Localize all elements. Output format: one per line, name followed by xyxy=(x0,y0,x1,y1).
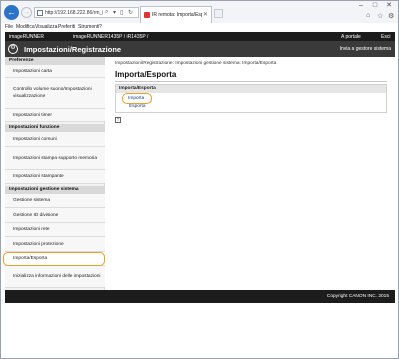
page-title: Importa/Esporta xyxy=(115,70,177,79)
selected-item-highlight xyxy=(3,252,105,266)
menu-strumenti[interactable]: Strumenti xyxy=(78,24,99,30)
menu-modifica[interactable]: Modifica xyxy=(16,24,35,30)
sidebar-section-system-management: Impostazioni gestione sistema xyxy=(5,186,105,194)
breadcrumb: Impostazioni/Registrazione: Impostazioni… xyxy=(115,61,277,66)
close-tab-icon[interactable]: ✕ xyxy=(203,11,208,18)
sidebar-section-preferences: Preferenze xyxy=(5,57,105,65)
menu-visualizza[interactable]: Visualizza xyxy=(35,24,57,30)
tab-title: IR remota: Importa/Esporta... xyxy=(152,12,202,18)
brand-label: imageRUNNER xyxy=(9,34,45,40)
maximize-button[interactable]: □ xyxy=(368,1,382,11)
page-icon xyxy=(37,10,43,16)
sidebar-item-security[interactable]: Impostazioni protezione xyxy=(5,237,105,252)
browser-window: ← → http://192.168.222.86/rm_impor... ⌕ … xyxy=(0,0,399,359)
portal-link[interactable]: A portale xyxy=(341,34,361,40)
sidebar-section-function: Impostazioni funzione xyxy=(5,124,105,132)
lock-icon: ▯ xyxy=(120,10,124,16)
settings-gear-icon: ⚙ xyxy=(8,44,18,54)
box-title: Importa/Esporta xyxy=(116,85,386,93)
minimize-button[interactable]: – xyxy=(354,1,368,11)
address-bar[interactable]: http://192.168.222.86/rm_impor... ⌕ ▾ ▯ … xyxy=(34,7,139,18)
import-link[interactable]: Importa xyxy=(128,96,144,101)
footer: Copyright CANON INC. 2015 xyxy=(5,290,395,303)
back-button[interactable]: ← xyxy=(4,5,19,20)
home-icon[interactable]: ⌂ xyxy=(366,12,370,19)
sidebar-item-volume-display[interactable]: Controllo volume suono/Impostazioni visu… xyxy=(5,78,105,109)
favorites-star-icon[interactable]: ☆ xyxy=(377,12,383,20)
main-content: Impostazioni/Registrazione: Impostazioni… xyxy=(106,57,395,290)
browser-tab[interactable]: IR remota: Importa/Esporta... ✕ xyxy=(140,6,212,23)
logout-link[interactable]: Esci xyxy=(381,34,390,40)
refresh-icon[interactable]: ↻ xyxy=(128,9,133,16)
page-top-icon[interactable]: ⇡ xyxy=(115,117,121,123)
export-link[interactable]: Esporta xyxy=(129,104,146,109)
copyright: Copyright CANON INC. 2015 xyxy=(326,294,389,299)
product-bar: imageRUNNER imageRUNNER1435P / iR1435P /… xyxy=(5,32,395,41)
sidebar-item-division-id[interactable]: Gestione ID divisione xyxy=(5,208,105,223)
import-export-box: Importa/Esporta Importa Esporta xyxy=(115,84,387,113)
close-window-button[interactable]: ✕ xyxy=(382,1,396,11)
model-label: imageRUNNER1435P / iR1435P / xyxy=(73,34,149,40)
sidebar-item-memory-print[interactable]: Impostazioni stampa supporto memoria xyxy=(5,147,105,170)
settings-header: ⚙ Impostazioni/Registrazione Invia a ges… xyxy=(5,41,395,57)
send-to-admin-link[interactable]: Invia a gestore sistema xyxy=(340,46,391,52)
browser-menubar: File Modifica Visualizza Preferiti Strum… xyxy=(1,23,398,31)
sidebar-item-timer[interactable]: Impostazioni timer xyxy=(5,109,105,122)
search-icon[interactable]: ⌕ xyxy=(105,9,108,16)
sidebar-item-paper-settings[interactable]: Impostazioni carta xyxy=(5,65,105,78)
sidebar-item-common[interactable]: Impostazioni comuni xyxy=(5,132,105,147)
sidebar-item-printer[interactable]: Impostazioni stampante xyxy=(5,170,105,184)
menu-help[interactable]: ? xyxy=(99,24,102,30)
forward-button[interactable]: → xyxy=(21,7,32,18)
dropdown-icon[interactable]: ▾ xyxy=(113,9,116,16)
sidebar-item-initialize[interactable]: Inizializza informazioni delle impostazi… xyxy=(5,266,105,288)
title-divider xyxy=(115,81,387,82)
url-text[interactable]: http://192.168.222.86/rm_impor... xyxy=(45,10,103,16)
menu-file[interactable]: File xyxy=(5,24,13,30)
tab-favicon-icon xyxy=(144,12,150,18)
browser-titlebar: ← → http://192.168.222.86/rm_impor... ⌕ … xyxy=(1,1,398,23)
sidebar-item-system-management[interactable]: Gestione sistema xyxy=(5,194,105,208)
settings-gear-icon[interactable]: ⚙ xyxy=(388,12,394,20)
menu-preferiti[interactable]: Preferiti xyxy=(58,24,75,30)
page-header-title: Impostazioni/Registrazione xyxy=(24,45,122,54)
sidebar-item-network[interactable]: Impostazioni rete xyxy=(5,223,105,237)
new-tab-button[interactable] xyxy=(214,9,223,18)
